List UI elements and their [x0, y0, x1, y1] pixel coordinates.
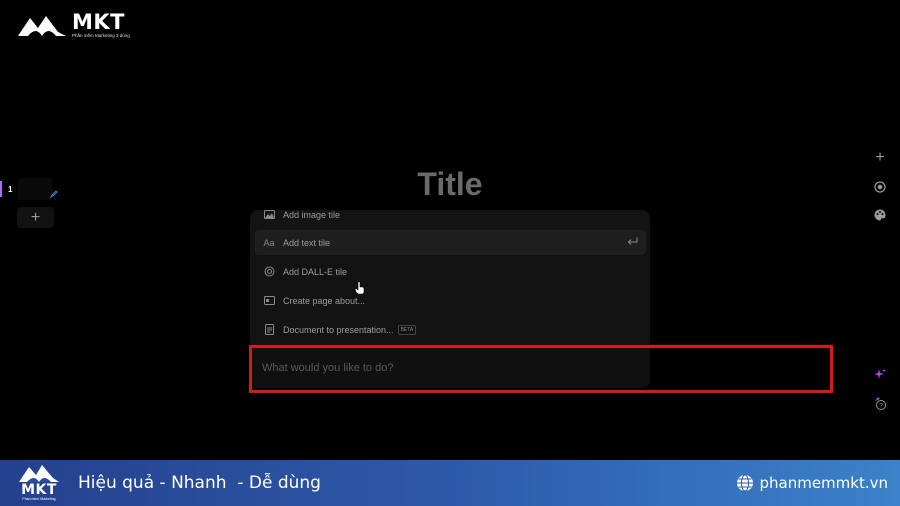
menu-item-add-text-tile[interactable]: Aa Add text tile [255, 230, 646, 255]
help-icon[interactable]: ? [870, 393, 890, 413]
banner-logo-tagline: Phần mềm Marketing [22, 497, 56, 501]
target-icon[interactable] [870, 177, 890, 197]
slide-title[interactable]: Title [0, 166, 900, 203]
banner-logo: MKT Phần mềm Marketing [16, 463, 62, 503]
add-icon[interactable]: + [870, 148, 890, 168]
beta-badge: BETA [397, 324, 417, 335]
logo-name: MKT [72, 9, 125, 34]
banner-slogan: Hiệu quả - Nhanh - Dễ dùng [78, 473, 321, 493]
image-icon [255, 210, 283, 219]
logo-mountain-icon [19, 465, 59, 482]
command-menu: Add image tile Aa Add text tile Add DALL… [250, 210, 650, 388]
banner-website[interactable]: phanmemmkt.vn [736, 474, 888, 492]
add-slide-button[interactable]: + [17, 207, 54, 228]
menu-item-label: Create page about... [283, 295, 366, 306]
menu-item-label: Add image tile [283, 210, 341, 220]
logo-tagline: Phần mềm Marketing 3 dùng [72, 32, 130, 38]
menu-item-document-to-presentation[interactable]: Document to presentation... BETA [255, 317, 646, 342]
text-format-icon: Aa [263, 237, 275, 248]
globe-icon [737, 474, 754, 492]
svg-text:?: ? [879, 402, 883, 409]
promo-banner: MKT Phần mềm Marketing Hiệu quả - Nhanh … [0, 460, 900, 506]
menu-item-create-page-about[interactable]: Create page about... [255, 288, 646, 313]
logo-mountain-icon [18, 16, 66, 36]
page-icon [255, 296, 283, 305]
menu-item-label: Add DALL-E tile [283, 266, 348, 277]
palette-icon[interactable] [870, 205, 890, 225]
openai-icon [255, 266, 283, 277]
document-icon [255, 324, 283, 335]
sparkle-icon[interactable] [870, 365, 890, 385]
prompt-input[interactable] [250, 348, 650, 388]
hand-cursor-icon [355, 281, 365, 295]
enter-key-icon [627, 237, 638, 245]
website-url[interactable]: phanmemmkt.vn [759, 474, 888, 492]
menu-item-add-image-tile[interactable]: Add image tile [255, 210, 646, 227]
menu-item-label: Document to presentation... [283, 324, 394, 335]
mkt-logo: MKT Phần mềm Marketing 3 dùng [16, 10, 130, 40]
plus-icon: + [30, 208, 41, 226]
menu-item-label: Add text tile [283, 237, 331, 248]
menu-item-add-dalle-tile[interactable]: Add DALL-E tile [255, 259, 646, 284]
banner-logo-name: MKT [21, 482, 57, 498]
